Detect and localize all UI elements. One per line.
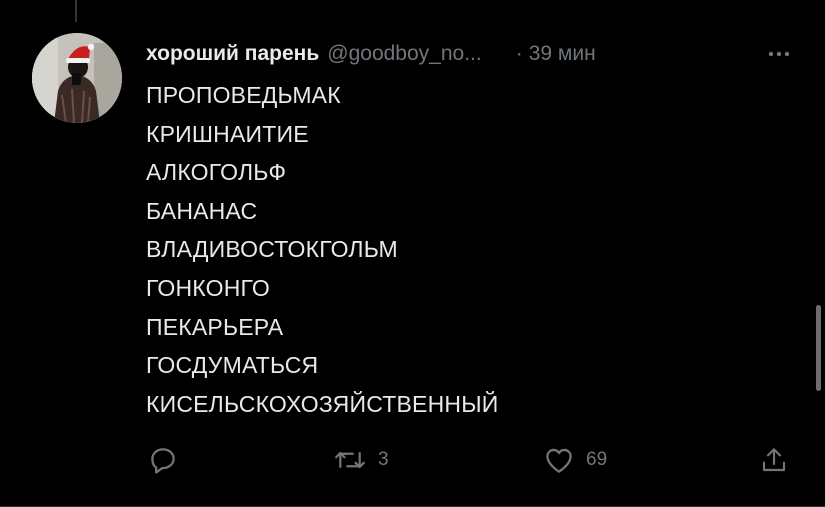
tweet-text-line: ВЛАДИВОСТОКГОЛЬМ xyxy=(146,236,398,263)
tweet-text-line: КИСЕЛЬСКОХОЗЯЙСТВЕННЫЙ xyxy=(146,390,499,417)
tweet-text-line: ПЕКАРЬЕРА xyxy=(146,313,284,340)
retweet-count: 3 xyxy=(378,449,389,470)
retweet-button[interactable]: 3 xyxy=(332,438,389,482)
tweet-text-line: ГОСДУМАТЬСЯ xyxy=(146,352,319,379)
timestamp[interactable]: 39 мин xyxy=(529,42,596,66)
heart-icon xyxy=(546,448,572,473)
tweet-text-line: АЛКОГОЛЬФ xyxy=(146,159,287,186)
more-options-button[interactable] xyxy=(762,44,796,64)
tweet-text-line: ПРОПОВЕДЬМАК xyxy=(146,82,341,108)
tweet-actions-bar: 3 69 xyxy=(146,438,806,482)
share-button[interactable] xyxy=(758,438,790,482)
tweet-text-line: БАНАНАС xyxy=(146,197,258,224)
tweet-text: ПРОПОВЕДЬМАК КРИШНАИТИЕ АЛКОГОЛЬФ БАНАНА… xyxy=(146,76,786,423)
tweet-header: хороший парень @goodboy_no... · 39 мин xyxy=(146,38,806,70)
like-count: 69 xyxy=(586,449,608,470)
tweet-text-line: КРИШНАИТИЕ xyxy=(146,120,309,147)
share-icon xyxy=(762,448,786,472)
separator-dot: · xyxy=(515,42,523,65)
display-name[interactable]: хороший парень xyxy=(146,42,319,66)
reply-button[interactable] xyxy=(146,438,180,482)
user-handle[interactable]: @goodboy_no... xyxy=(327,42,481,66)
thread-connector-line xyxy=(75,0,77,22)
avatar-image xyxy=(32,33,122,123)
like-button[interactable]: 69 xyxy=(542,438,607,482)
reply-icon xyxy=(151,448,175,474)
avatar[interactable] xyxy=(32,33,122,123)
tweet-text-line: ГОНКОНГО xyxy=(146,274,270,301)
retweet-icon xyxy=(335,451,365,469)
more-horizontal-icon xyxy=(768,51,790,57)
scrollbar[interactable] xyxy=(816,305,821,391)
